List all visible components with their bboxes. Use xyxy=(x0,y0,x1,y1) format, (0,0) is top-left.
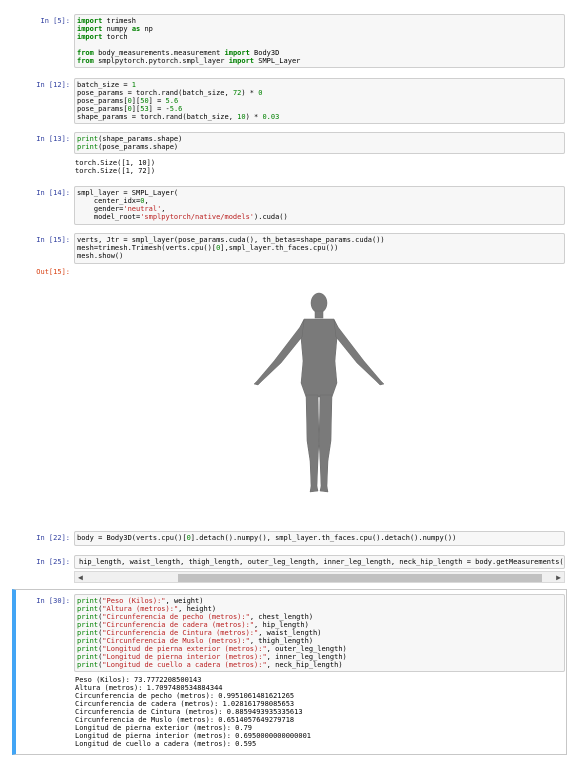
code-line: print("Circunferencia de Muslo (metros):… xyxy=(77,637,314,645)
code-cell-25[interactable]: In [25]: hip_length, waist_length, thigh… xyxy=(14,555,568,585)
code-line: center_idx=0, xyxy=(77,197,149,205)
code-line: gender='neutral', xyxy=(77,205,166,213)
code-editor[interactable]: batch_size = 1 pose_params = torch.rand(b… xyxy=(74,78,565,124)
input-prompt: In [14]: xyxy=(36,189,70,197)
code-line: print("Circunferencia de cadera (metros)… xyxy=(77,621,309,629)
code-line: print(pose_params.shape) xyxy=(77,143,179,151)
code-editor[interactable]: import trimesh import numpy as np import t… xyxy=(74,14,565,68)
code-cell-13[interactable]: In [13]: print(shape_params.shape) print(… xyxy=(14,132,568,178)
code-line: from body_measurements.measurement impor… xyxy=(77,49,280,57)
input-prompt: In [22]: xyxy=(36,534,70,542)
horizontal-scrollbar[interactable]: ◀ ▶ xyxy=(74,571,565,583)
output-prompt: Out[15]: xyxy=(36,268,70,276)
input-prompt: In [15]: xyxy=(36,236,70,244)
code-line: print("Longitud de cuello a cadera (metr… xyxy=(77,661,343,669)
code-editor[interactable]: verts, Jtr = smpl_layer(pose_params.cuda… xyxy=(74,233,565,264)
code-line: print("Circunferencia de pecho (metros):… xyxy=(77,613,314,621)
code-line: print("Peso (Kilos):", weight) xyxy=(77,597,204,605)
code-line: shape_params = torch.rand(batch_size, 10… xyxy=(77,113,280,121)
code-editor[interactable]: body = Body3D(verts.cpu()[0].detach().nu… xyxy=(74,531,565,546)
scrollbar-thumb[interactable] xyxy=(178,574,542,582)
code-cell-12[interactable]: In [12]: batch_size = 1 pose_params = tor… xyxy=(14,78,568,124)
input-prompt: In [5]: xyxy=(40,17,70,25)
code-cell-15[interactable]: In [15]: verts, Jtr = smpl_layer(pose_pa… xyxy=(14,233,568,523)
code-line: from smplpytorch.pytorch.smpl_layer impo… xyxy=(77,57,301,65)
code-line: print(shape_params.shape) xyxy=(77,135,183,143)
code-line: pose_params = torch.rand(batch_size, 72)… xyxy=(77,89,263,97)
code-line: print("Circunferencia de Cintura (metros… xyxy=(77,629,322,637)
code-cell-5[interactable]: In [5]: import trimesh import numpy as np… xyxy=(14,14,568,68)
input-prompt: In [13]: xyxy=(36,135,70,143)
code-line: pose_params[0][53] = -5.6 xyxy=(77,105,183,113)
scroll-right-icon[interactable]: ▶ xyxy=(556,573,561,582)
code-line: batch_size = 1 xyxy=(77,81,137,89)
code-line: print("Longitud de pierna interior (metr… xyxy=(77,653,347,661)
code-line: smpl_layer = SMPL_Layer( xyxy=(77,189,179,197)
code-line: print("Longitud de pierna exterior (metr… xyxy=(77,645,347,653)
cell-output: torch.Size([1, 10]) torch.Size([1, 72]) xyxy=(75,159,156,175)
code-editor[interactable]: print("Peso (Kilos):", weight) print("Alt… xyxy=(74,594,565,672)
code-line: print("Altura (metros):", height) xyxy=(77,605,217,613)
input-prompt: In [12]: xyxy=(36,81,70,89)
code-line: import trimesh xyxy=(77,17,137,25)
body-mesh-icon xyxy=(253,292,385,493)
code-editor[interactable]: hip_length, waist_length, thigh_length, … xyxy=(74,555,565,569)
code-line: pose_params[0][50] = 5.6 xyxy=(77,97,179,105)
code-editor[interactable]: print(shape_params.shape) print(pose_para… xyxy=(74,132,565,154)
code-cell-22[interactable]: In [22]: body = Body3D(verts.cpu()[0].de… xyxy=(14,531,568,546)
code-line: hip_length, waist_length, thigh_length, … xyxy=(79,558,564,566)
code-editor[interactable]: smpl_layer = SMPL_Layer( center_idx=0, g… xyxy=(74,186,565,225)
code-cell-30[interactable]: In [30]: print("Peso (Kilos):", weight) p… xyxy=(14,594,568,752)
code-line: body = Body3D(verts.cpu()[0].detach().nu… xyxy=(77,534,457,542)
input-prompt: In [30]: xyxy=(36,597,70,605)
scroll-left-icon[interactable]: ◀ xyxy=(78,573,83,582)
code-line: mesh.show() xyxy=(77,252,124,260)
cell-output: Peso (Kilos): 73.7772208500143 Altura (m… xyxy=(75,676,312,748)
code-line: verts, Jtr = smpl_layer(pose_params.cuda… xyxy=(77,236,385,244)
3d-body-mesh-figure[interactable] xyxy=(234,291,404,501)
code-line: import numpy as np xyxy=(77,25,153,33)
input-prompt: In [25]: xyxy=(36,558,70,566)
code-cell-14[interactable]: In [14]: smpl_layer = SMPL_Layer( center… xyxy=(14,186,568,225)
code-line: mesh=trimesh.Trimesh(verts.cpu()[0],smpl… xyxy=(77,244,339,252)
code-line: import torch xyxy=(77,33,128,41)
code-line: model_root='smplpytorch/native/models').… xyxy=(77,213,288,221)
